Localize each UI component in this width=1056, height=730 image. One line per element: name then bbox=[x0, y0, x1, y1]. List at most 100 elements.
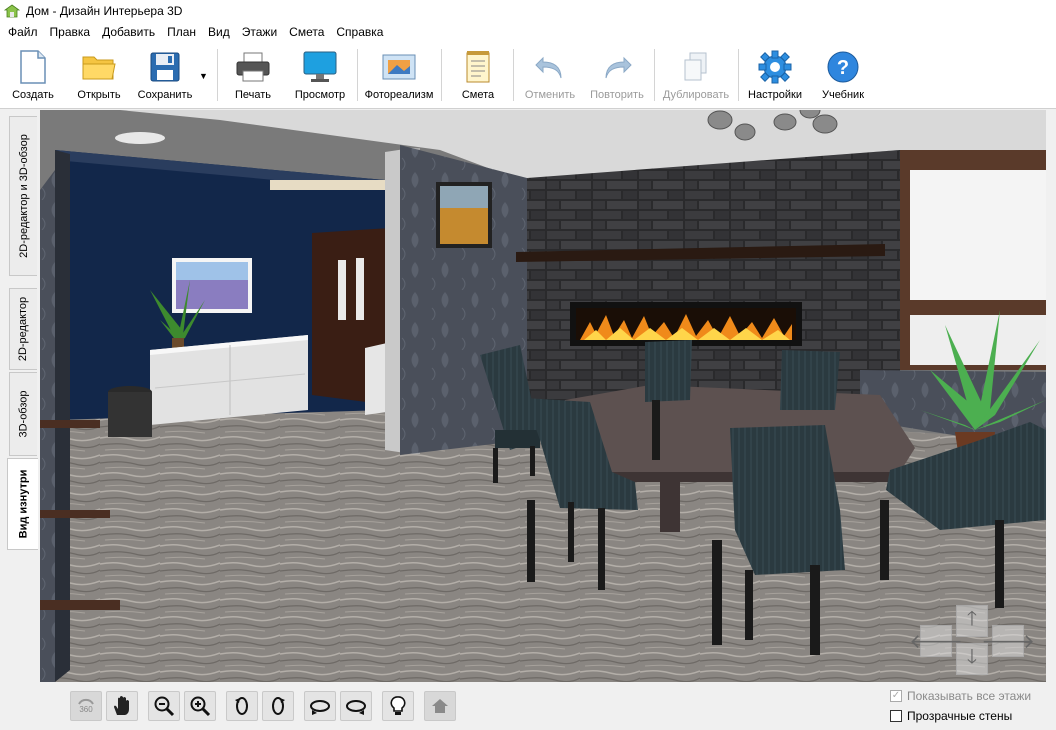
rotate-right-icon bbox=[272, 697, 285, 715]
save-dropdown-arrow-icon[interactable]: ▼ bbox=[199, 71, 208, 81]
orbit-right-icon bbox=[346, 700, 366, 715]
menu-file[interactable]: Файл bbox=[2, 22, 44, 43]
arrow-down-icon[interactable]: 🡓 bbox=[956, 643, 988, 675]
print-label: Печать bbox=[234, 89, 272, 101]
redo-button[interactable]: Повторить bbox=[588, 47, 646, 105]
camera-navigation-pad: 🡑 🡐 🡒 🡓 bbox=[909, 605, 1035, 675]
tab-label: Вид изнутри bbox=[17, 469, 29, 539]
save-label: Сохранить bbox=[137, 89, 193, 101]
toolbar-separator bbox=[738, 49, 739, 101]
tab-label: 3D-обзор bbox=[17, 390, 30, 438]
notepad-icon bbox=[458, 47, 498, 87]
toolbar-separator bbox=[513, 49, 514, 101]
view-mode-tabs: 2D-редактор и 3D-обзор 2D-редактор 3D-об… bbox=[0, 110, 40, 680]
orbit-left-button[interactable] bbox=[304, 691, 336, 721]
create-button[interactable]: Создать bbox=[10, 47, 56, 105]
window-title: Дом - Дизайн Интерьера 3D bbox=[26, 4, 183, 18]
undo-label: Отменить bbox=[524, 89, 576, 101]
transparent-walls-label: Прозрачные стены bbox=[907, 709, 1013, 723]
svg-text:360: 360 bbox=[79, 705, 93, 714]
rotate-360-button[interactable]: 360 bbox=[70, 691, 102, 721]
show-all-floors-label: Показывать все этажи bbox=[907, 689, 1032, 703]
tutorial-button[interactable]: ? Учебник bbox=[818, 47, 868, 105]
tab-label: 2D-редактор bbox=[17, 296, 30, 362]
undo-button[interactable]: Отменить bbox=[522, 47, 578, 105]
redo-arrow-icon bbox=[597, 47, 637, 87]
checkbox-checked-icon: ✓ bbox=[890, 690, 902, 702]
zoom-out-icon bbox=[154, 696, 175, 717]
tab-inside-view[interactable]: Вид изнутри bbox=[7, 458, 38, 550]
toolbar-separator bbox=[357, 49, 358, 101]
folder-icon bbox=[79, 47, 119, 87]
toolbar-separator bbox=[441, 49, 442, 101]
orbit-left-icon bbox=[310, 700, 330, 715]
home-view-button[interactable] bbox=[424, 691, 456, 721]
svg-text:?: ? bbox=[837, 57, 849, 79]
settings-button[interactable]: Настройки bbox=[746, 47, 804, 105]
zoom-out-button[interactable] bbox=[148, 691, 180, 721]
menu-view[interactable]: Вид bbox=[202, 22, 236, 43]
home-icon bbox=[432, 699, 448, 713]
print-button[interactable]: Печать bbox=[230, 47, 276, 105]
menu-floors[interactable]: Этажи bbox=[236, 22, 283, 43]
checkbox-unchecked-icon bbox=[890, 710, 902, 722]
floppy-disk-icon bbox=[145, 47, 185, 87]
undo-arrow-icon bbox=[530, 47, 570, 87]
save-button[interactable]: Сохранить bbox=[136, 47, 194, 105]
arrow-left-icon[interactable]: 🡐 bbox=[909, 625, 963, 657]
show-all-floors-checkbox[interactable]: ✓ Показывать все этажи bbox=[890, 689, 1031, 703]
orbit-right-button[interactable] bbox=[340, 691, 372, 721]
tab-2d-editor-and-3d-view[interactable]: 2D-редактор и 3D-обзор bbox=[9, 116, 37, 276]
photoreal-button[interactable]: Фотореализм bbox=[362, 47, 436, 105]
toolbar-separator bbox=[217, 49, 218, 101]
redo-label: Повторить bbox=[590, 89, 644, 101]
pan-button[interactable] bbox=[106, 691, 138, 721]
preview-label: Просмотр bbox=[294, 89, 346, 101]
toolbar-separator bbox=[654, 49, 655, 101]
menu-plan[interactable]: План bbox=[161, 22, 202, 43]
hand-icon bbox=[114, 696, 129, 715]
preview-button[interactable]: Просмотр bbox=[292, 47, 348, 105]
tutorial-label: Учебник bbox=[821, 89, 865, 101]
app-logo-icon bbox=[4, 4, 20, 18]
photo-render-icon bbox=[379, 47, 419, 87]
transparent-walls-checkbox[interactable]: Прозрачные стены bbox=[890, 709, 1012, 723]
360-icon: 360 bbox=[78, 698, 94, 714]
arrow-right-icon[interactable]: 🡒 bbox=[981, 625, 1035, 657]
rotate-left-button[interactable] bbox=[226, 691, 258, 721]
menu-edit[interactable]: Правка bbox=[44, 22, 97, 43]
zoom-in-button[interactable] bbox=[184, 691, 216, 721]
tab-label: 2D-редактор и 3D-обзор bbox=[17, 134, 30, 258]
create-label: Создать bbox=[12, 89, 54, 101]
right-edge-strip bbox=[1046, 110, 1056, 682]
settings-label: Настройки bbox=[748, 89, 802, 101]
open-button[interactable]: Открыть bbox=[72, 47, 126, 105]
tab-3d-view[interactable]: 3D-обзор bbox=[9, 372, 37, 456]
menu-add[interactable]: Добавить bbox=[96, 22, 161, 43]
menu-bar: Файл Правка Добавить План Вид Этажи Смет… bbox=[0, 22, 1056, 43]
room-3d-render bbox=[40, 110, 1046, 682]
printer-icon bbox=[233, 47, 273, 87]
tab-2d-editor[interactable]: 2D-редактор bbox=[9, 288, 37, 370]
light-bulb-icon bbox=[390, 696, 406, 715]
3d-viewport[interactable]: 🡑 🡐 🡒 🡓 bbox=[40, 110, 1046, 682]
estimate-button[interactable]: Смета bbox=[456, 47, 500, 105]
menu-estimate[interactable]: Смета bbox=[283, 22, 330, 43]
help-question-icon: ? bbox=[823, 47, 863, 87]
rotate-right-button[interactable] bbox=[262, 691, 294, 721]
rotate-left-icon bbox=[235, 697, 248, 715]
gear-icon bbox=[755, 47, 795, 87]
view-controls-bar: 360 ✓ Показывать все этажи Прозрачные ст… bbox=[0, 682, 1056, 730]
toolbar: Создать Открыть Сохранить ▼ Печать Просм… bbox=[0, 43, 1056, 109]
photoreal-label: Фотореализм bbox=[364, 89, 434, 101]
monitor-icon bbox=[300, 47, 340, 87]
duplicate-button[interactable]: Дублировать bbox=[660, 47, 732, 105]
menu-help[interactable]: Справка bbox=[330, 22, 389, 43]
new-document-icon bbox=[13, 47, 53, 87]
zoom-in-icon bbox=[190, 696, 211, 717]
estimate-label: Смета bbox=[461, 89, 495, 101]
duplicate-label: Дублировать bbox=[662, 89, 730, 101]
open-label: Открыть bbox=[77, 89, 121, 101]
title-bar: Дом - Дизайн Интерьера 3D bbox=[0, 0, 1056, 22]
light-button[interactable] bbox=[382, 691, 414, 721]
